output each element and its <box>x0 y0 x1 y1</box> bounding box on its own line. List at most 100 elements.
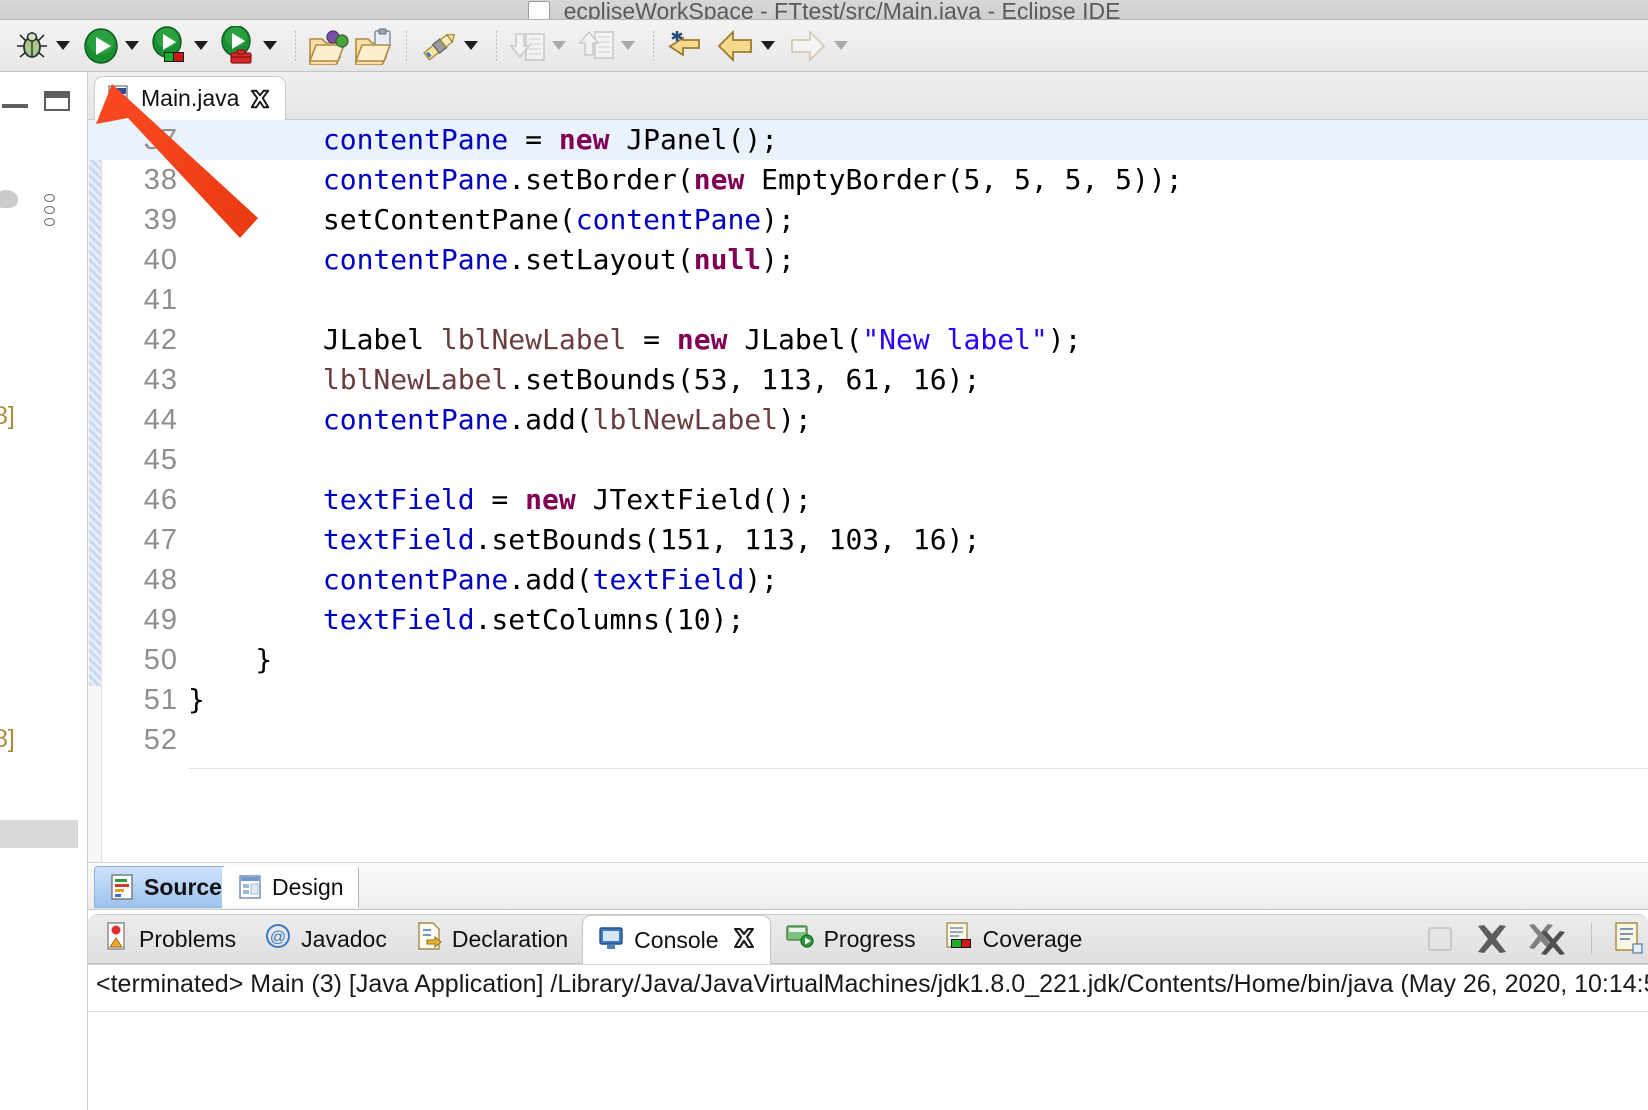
last-edit-location-button[interactable] <box>663 24 711 68</box>
stop-square-icon[interactable] <box>1423 922 1457 956</box>
console-tab-label: Console <box>634 927 718 954</box>
window-box-icon[interactable] <box>528 1 550 21</box>
code-line[interactable]: 40 contentPane.setLayout(null); <box>88 240 1648 280</box>
forward-arrow-icon <box>786 26 830 66</box>
open-task-button[interactable] <box>351 24 397 68</box>
console-output-area[interactable]: <terminated> Main (3) [Java Application]… <box>88 964 1648 1110</box>
toolbar-group-annotate <box>416 20 487 71</box>
code-editor[interactable]: 37 contentPane = new JPanel();38 content… <box>88 120 1648 862</box>
code-token: } <box>188 643 272 676</box>
code-line[interactable]: 42 JLabel lblNewLabel = new JLabel("New … <box>88 320 1648 360</box>
eclipse-ide-window: ecpliseWorkSpace - FTtest/src/Main.java … <box>0 0 1648 1110</box>
console-tab-declaration[interactable]: Declaration <box>401 916 582 962</box>
code-token: .setColumns(10); <box>475 603 745 636</box>
line-number: 43 <box>102 360 178 400</box>
back-dropdown-caret[interactable] <box>761 41 775 50</box>
coverage-button[interactable] <box>148 24 217 68</box>
console-output-line: <terminated> Main (3) [Java Application]… <box>96 970 1648 999</box>
export-button[interactable] <box>575 24 644 68</box>
line-number: 52 <box>102 720 178 760</box>
code-line[interactable]: 45 <box>88 440 1648 480</box>
forward-button[interactable] <box>784 24 857 68</box>
toolbar-separator <box>496 31 497 61</box>
code-token <box>188 163 323 196</box>
console-tab-javadoc[interactable]: @Javadoc <box>250 916 401 962</box>
console-panel: Problems@JavadocDeclaration Console Progre… <box>88 910 1648 1110</box>
editor-tab-main-java[interactable]: Main.java <box>94 76 286 120</box>
console-tab-problems[interactable]: Problems <box>88 916 250 962</box>
code-line-text: contentPane.add(lblNewLabel); <box>188 400 812 440</box>
open-console-icon[interactable] <box>1612 921 1646 957</box>
import-dropdown-caret[interactable] <box>552 41 566 50</box>
code-line-text: contentPane.setBorder(new EmptyBorder(5,… <box>188 160 1183 200</box>
import-button[interactable] <box>506 24 575 68</box>
coverage-dropdown-caret[interactable] <box>194 41 208 50</box>
forward-dropdown-caret[interactable] <box>834 41 848 50</box>
console-tabbar: Problems@JavadocDeclaration Console Progre… <box>88 914 1648 964</box>
code-line[interactable]: 38 contentPane.setBorder(new EmptyBorder… <box>88 160 1648 200</box>
line-number: 38 <box>102 160 178 200</box>
code-token: contentPane <box>323 243 508 276</box>
tab-source[interactable]: Source <box>94 866 237 908</box>
editor-view-tabs: Source Design <box>88 862 1648 910</box>
run-coverage-icon <box>150 26 190 66</box>
code-token: ); <box>744 563 778 596</box>
export-dropdown-caret[interactable] <box>621 41 635 50</box>
external-tools-dropdown-caret[interactable] <box>263 41 277 50</box>
code-token <box>188 123 323 156</box>
import-arrow-down-icon <box>508 26 548 66</box>
remove-all-x-icon[interactable] <box>1527 920 1571 958</box>
code-line[interactable]: 50 } <box>88 640 1648 680</box>
code-line[interactable]: 44 contentPane.add(lblNewLabel); <box>88 400 1648 440</box>
code-line[interactable]: 52 <box>88 720 1648 760</box>
debug-dropdown-caret[interactable] <box>56 41 70 50</box>
code-line[interactable]: 47 textField.setBounds(151, 113, 103, 16… <box>88 520 1648 560</box>
annotate-button[interactable] <box>416 24 487 68</box>
coverage-icon <box>944 921 974 957</box>
code-token: textField <box>323 603 475 636</box>
maximize-icon[interactable] <box>44 91 70 111</box>
code-token: textField <box>323 523 475 556</box>
view-menu-icon[interactable] <box>44 194 55 226</box>
close-x-icon[interactable] <box>249 88 271 110</box>
code-line[interactable]: 41 <box>88 280 1648 320</box>
minimize-icon[interactable] <box>2 104 28 108</box>
open-type-button[interactable] <box>305 24 351 68</box>
code-line[interactable]: 37 contentPane = new JPanel(); <box>88 120 1648 160</box>
console-tab-close[interactable] <box>732 926 756 956</box>
debug-button[interactable] <box>10 24 79 68</box>
code-line[interactable]: 49 textField.setColumns(10); <box>88 600 1648 640</box>
code-line[interactable]: 46 textField = new JTextField(); <box>88 480 1648 520</box>
tab-design[interactable]: Design <box>222 866 359 908</box>
external-tools-button[interactable] <box>217 24 286 68</box>
console-output-body[interactable] <box>88 1011 1648 1110</box>
sidebar-selected-row[interactable] <box>0 820 78 848</box>
code-token: setContentPane( <box>188 203 576 236</box>
line-number: 48 <box>102 560 178 600</box>
code-token: ); <box>761 243 795 276</box>
editor-tab-label: Main.java <box>141 85 239 112</box>
close-x-icon[interactable] <box>732 926 756 950</box>
code-line[interactable]: 51} <box>88 680 1648 720</box>
code-token: .setBorder( <box>508 163 693 196</box>
sidebar-tree-fragment: 8] <box>0 402 15 431</box>
javadoc-at-icon: @ <box>264 922 292 956</box>
run-button[interactable] <box>79 24 148 68</box>
code-line[interactable]: 43 lblNewLabel.setBounds(53, 113, 61, 16… <box>88 360 1648 400</box>
code-token: = <box>626 323 677 356</box>
remove-x-icon[interactable] <box>1473 920 1511 958</box>
run-dropdown-caret[interactable] <box>125 41 139 50</box>
code-token <box>188 363 323 396</box>
code-token: } <box>188 683 205 716</box>
back-button[interactable] <box>711 24 784 68</box>
annotate-dropdown-caret[interactable] <box>464 41 478 50</box>
line-number: 40 <box>102 240 178 280</box>
code-line[interactable]: 39 setContentPane(contentPane); <box>88 200 1648 240</box>
code-line[interactable]: 48 contentPane.add(textField); <box>88 560 1648 600</box>
console-tab-coverage[interactable]: Coverage <box>930 916 1097 962</box>
console-tab-console[interactable]: Console <box>582 915 770 965</box>
console-tab-progress[interactable]: Progress <box>771 916 930 962</box>
console-tab-label: Coverage <box>983 926 1083 953</box>
code-lines[interactable]: 37 contentPane = new JPanel();38 content… <box>88 120 1648 862</box>
package-explorer-strip: 8] 8] <box>0 72 88 1110</box>
